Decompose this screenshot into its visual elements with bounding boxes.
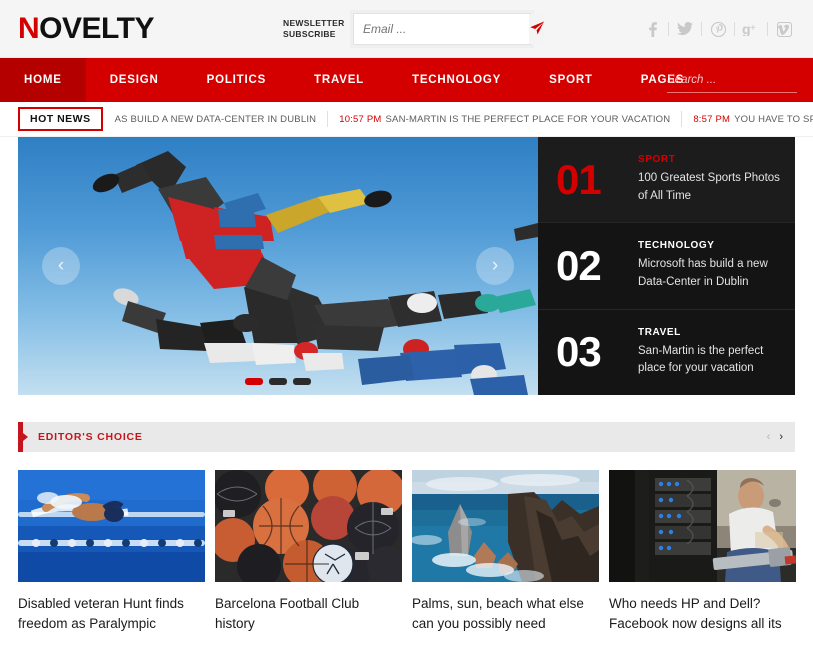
search-input[interactable]: [667, 73, 813, 86]
site-logo[interactable]: N OVELTY: [18, 11, 154, 45]
editors-choice-next-button[interactable]: ›: [779, 431, 783, 443]
email-box: [353, 13, 545, 45]
editors-choice-prev-button[interactable]: ‹: [767, 431, 771, 443]
ticker-track: AS BUILD A NEW DATA-CENTER IN DUBLIN 10:…: [111, 111, 813, 127]
article-card: Who needs HP and Dell? Facebook now desi…: [609, 470, 796, 633]
logo-rest: OVELTY: [39, 11, 154, 45]
pinterest-icon[interactable]: [705, 16, 731, 42]
divider: [681, 111, 683, 127]
newsletter-subscribe: NEWSLETTER SUBSCRIBE: [283, 13, 545, 45]
ticker-text: SAN-MARTIN IS THE PERFECT PLACE FOR YOUR…: [385, 113, 671, 125]
nav-item-sport[interactable]: SPORT: [525, 58, 617, 102]
slider-item-number: 01: [556, 155, 602, 203]
pile-of-basketballs-photo[interactable]: [215, 470, 402, 582]
slider-item-title[interactable]: Microsoft has build a new Data-Center in…: [638, 256, 781, 292]
ticker-text: AS BUILD A NEW DATA-CENTER IN DUBLIN: [114, 113, 317, 125]
divider: [668, 22, 669, 36]
slider-item-title[interactable]: San-Martin is the perfect place for your…: [638, 343, 781, 379]
divider: [734, 22, 735, 36]
article-card-title[interactable]: Barcelona Football Club history: [215, 594, 402, 633]
slider-list-item-01[interactable]: 01 SPORT 100 Greatest Sports Photos of A…: [538, 137, 795, 224]
slider-list-item-02[interactable]: 02 TECHNOLOGY Microsoft has build a new …: [538, 223, 795, 310]
nav-item-travel[interactable]: TRAVEL: [290, 58, 388, 102]
nav-item-technology[interactable]: TECHNOLOGY: [388, 58, 525, 102]
article-card-title[interactable]: Who needs HP and Dell? Facebook now desi…: [609, 594, 796, 633]
technician-at-server-rack-photo[interactable]: [609, 470, 796, 582]
slider-item-body: TECHNOLOGY Microsoft has build a new Dat…: [638, 240, 781, 292]
nav-item-politics[interactable]: POLITICS: [183, 58, 290, 102]
page-root: N OVELTY NEWSLETTER SUBSCRIBE Email ... …: [0, 0, 813, 660]
editors-choice-title: EDITOR'S CHOICE: [38, 431, 143, 443]
slider-item-title[interactable]: 100 Greatest Sports Photos of All Time: [638, 170, 781, 206]
chevron-left-icon: ‹: [57, 255, 65, 276]
slider-item-number: 03: [556, 328, 602, 376]
slider-item-category[interactable]: SPORT: [638, 154, 781, 165]
svg-text:+: +: [750, 23, 756, 34]
slider-prev-button[interactable]: ‹: [42, 247, 80, 285]
swimmer-in-pool-photo[interactable]: [18, 470, 205, 582]
ticker-time: 10:57 PM: [339, 113, 382, 125]
hot-news-ticker: HOT NEWS AS BUILD A NEW DATA-CENTER IN D…: [0, 102, 813, 137]
slider-headline-list: 01 SPORT 100 Greatest Sports Photos of A…: [538, 137, 795, 395]
newsletter-label-line1: NEWSLETTER: [283, 17, 345, 28]
slider-item-body: TRAVEL San-Martin is the perfect place f…: [638, 327, 781, 379]
nav-item-home[interactable]: HOME: [0, 58, 86, 102]
slider-item-body: SPORT 100 Greatest Sports Photos of All …: [638, 154, 781, 206]
slider-item-number: 02: [556, 241, 602, 289]
editors-choice-bar: EDITOR'S CHOICE ‹ ›: [18, 422, 795, 452]
slider-dot-1[interactable]: [245, 378, 263, 385]
newsletter-send-button[interactable]: [529, 14, 545, 44]
nav-item-design[interactable]: DESIGN: [86, 58, 183, 102]
divider: [327, 111, 329, 127]
ticker-item[interactable]: 8:57 PM YOU HAVE TO SPEND SOME TIME HERE…: [693, 114, 813, 125]
ticker-time: 8:57 PM: [693, 113, 731, 125]
facebook-icon[interactable]: [639, 16, 665, 42]
slider-main-image[interactable]: ‹ ›: [18, 137, 538, 395]
main-navigation: HOME DESIGN POLITICS TRAVEL TECHNOLOGY S…: [0, 58, 813, 102]
email-field[interactable]: [354, 14, 529, 44]
ticker-text: YOU HAVE TO SPEND SOME TIME HERE TO UNDE…: [734, 113, 813, 125]
twitter-icon[interactable]: [672, 16, 698, 42]
paper-plane-icon: [529, 20, 545, 39]
slider-dot-3[interactable]: [293, 378, 311, 385]
article-card: Barcelona Football Club history: [215, 470, 402, 633]
chevron-right-icon: ›: [491, 255, 499, 276]
search-box: [667, 70, 813, 93]
article-card: Disabled veteran Hunt finds freedom as P…: [18, 470, 205, 633]
divider: [701, 22, 702, 36]
vimeo-icon[interactable]: [771, 16, 797, 42]
ticker-item[interactable]: 10:57 PM SAN-MARTIN IS THE PERFECT PLACE…: [339, 114, 670, 125]
sea-cliffs-coastline-photo[interactable]: [412, 470, 599, 582]
top-header: N OVELTY NEWSLETTER SUBSCRIBE Email ... …: [0, 0, 813, 58]
social-links: g +: [639, 16, 797, 42]
divider: [767, 22, 768, 36]
skydivers-photo: [18, 137, 538, 395]
article-card-title[interactable]: Disabled veteran Hunt finds freedom as P…: [18, 594, 205, 633]
section-marker: [18, 422, 28, 452]
editors-choice-navigation: ‹ ›: [767, 431, 783, 443]
newsletter-label-line2: SUBSCRIBE: [283, 29, 336, 39]
article-card: Palms, sun, beach what else can you poss…: [412, 470, 599, 633]
logo-first-letter: N: [18, 11, 40, 45]
slider-list-item-03[interactable]: 03 TRAVEL San-Martin is the perfect plac…: [538, 310, 795, 395]
google-plus-icon[interactable]: g +: [738, 16, 764, 42]
slider-item-category[interactable]: TRAVEL: [638, 327, 781, 338]
ticker-item[interactable]: AS BUILD A NEW DATA-CENTER IN DUBLIN: [111, 114, 317, 125]
slider-dot-2[interactable]: [269, 378, 287, 385]
hot-news-badge: HOT NEWS: [18, 107, 103, 131]
featured-slider: ‹ › 01 SPORT 100 Greatest Sports Photos …: [18, 137, 795, 395]
slider-dots: [245, 378, 311, 385]
slider-item-category[interactable]: TECHNOLOGY: [638, 240, 781, 251]
article-card-title[interactable]: Palms, sun, beach what else can you poss…: [412, 594, 599, 633]
slider-next-button[interactable]: ›: [476, 247, 514, 285]
editors-choice-cards: Disabled veteran Hunt finds freedom as P…: [18, 470, 796, 633]
newsletter-label: NEWSLETTER SUBSCRIBE: [283, 18, 345, 41]
